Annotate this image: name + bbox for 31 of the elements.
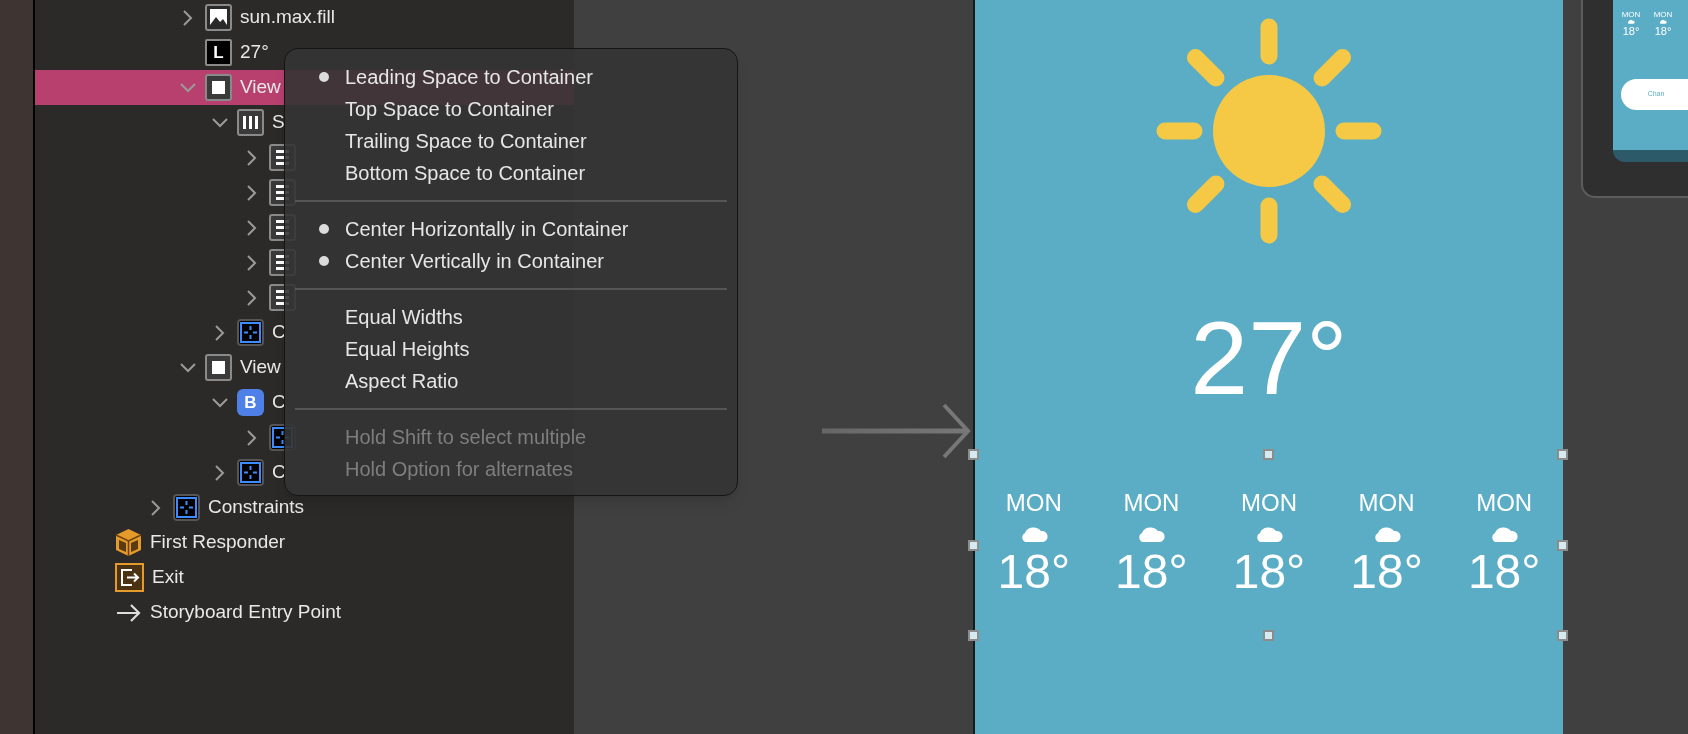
day-temperature: 18° — [1232, 548, 1306, 596]
day-label: MON — [1123, 490, 1180, 516]
day-temperature: 18° — [997, 548, 1071, 596]
outline-label: C — [272, 460, 286, 485]
outline-label: View — [240, 355, 281, 380]
outline-label: View — [240, 75, 281, 100]
day-label: MON — [1241, 490, 1297, 516]
outline-label: C — [272, 390, 286, 415]
label-icon: L — [205, 39, 232, 66]
outline-label: Constraints — [208, 495, 305, 520]
outline-label: First Responder — [150, 530, 286, 555]
menu-item: Hold Shift to select multiple — [344, 425, 588, 450]
outline-label: sun.max.fill — [240, 5, 336, 30]
day-label: MON — [1358, 490, 1415, 516]
outline-label: Exit — [152, 565, 184, 590]
button-icon: B — [237, 389, 264, 416]
day-temperature: 18° — [1467, 548, 1541, 596]
day-temperature: 18° — [1622, 25, 1640, 37]
day-temperature: 18° — [1654, 25, 1672, 37]
outline-label: C — [272, 320, 286, 345]
outline-label: Storyboard Entry Point — [150, 600, 342, 625]
day-label: MON — [1005, 490, 1062, 516]
outline-label: S — [272, 110, 285, 135]
temperature: 27° — [1190, 306, 1348, 410]
day-temperature: 18° — [1115, 548, 1188, 596]
outline-label: 27° — [240, 40, 269, 65]
day-temperature: 18° — [1350, 548, 1423, 596]
menu-item: Hold Option for alternates — [344, 457, 574, 482]
day-label: MON — [1621, 10, 1641, 19]
day-label: MON — [1653, 10, 1673, 19]
day-label: MON — [1476, 490, 1533, 516]
